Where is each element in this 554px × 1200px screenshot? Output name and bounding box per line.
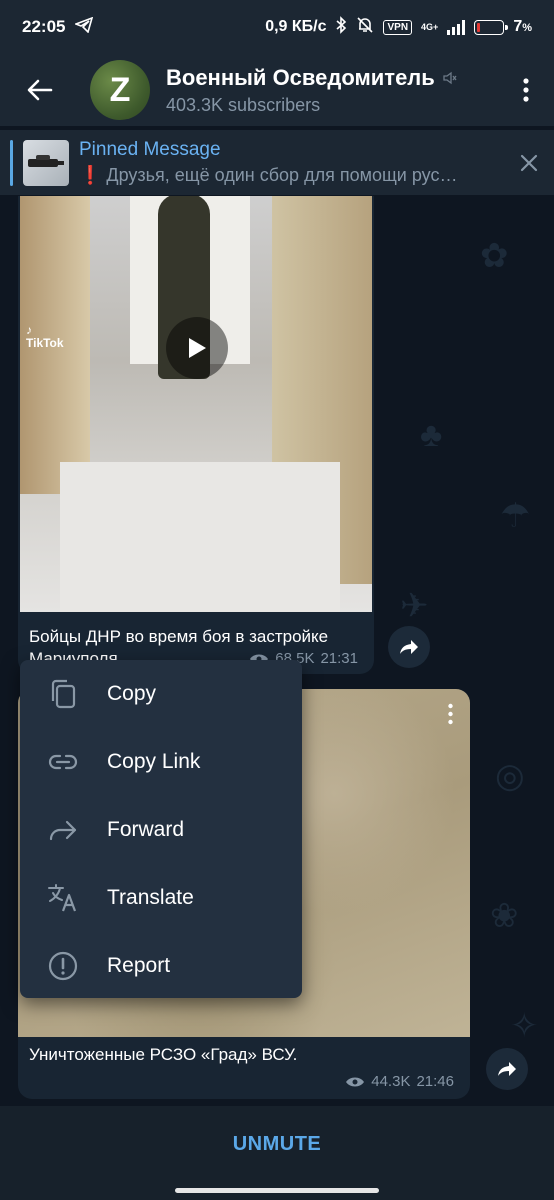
pinned-message-bar[interactable]: Pinned Message ❗ Друзья, ещё один сбор д… <box>0 129 554 195</box>
home-indicator[interactable] <box>175 1188 379 1193</box>
message-time: 21:46 <box>416 1073 454 1090</box>
more-vertical-icon <box>447 703 453 725</box>
translate-icon <box>46 881 80 915</box>
battery-icon <box>474 19 509 35</box>
channel-title-row: Военный Осведомитель <box>166 65 498 91</box>
channel-title: Военный Осведомитель <box>166 64 435 90</box>
more-options-button[interactable] <box>498 54 554 126</box>
share-button[interactable] <box>388 626 430 668</box>
pinned-title: Pinned Message <box>79 139 221 160</box>
tiktok-label: TikTok <box>26 336 64 351</box>
arrow-left-icon <box>27 79 53 101</box>
telegram-notification-icon <box>74 16 94 37</box>
channel-info[interactable]: Военный Осведомитель 403.3K subscribers <box>166 65 498 116</box>
clock: 22:05 <box>22 17 66 36</box>
subscriber-count: 403.3K subscribers <box>166 94 321 115</box>
media-options-button[interactable] <box>440 697 460 731</box>
play-icon <box>189 338 206 358</box>
mute-bell-icon <box>356 16 374 38</box>
message-time: 21:31 <box>320 650 358 667</box>
menu-item-label: Copy <box>107 682 157 705</box>
video-thumbnail[interactable]: ♪ TikTok <box>20 196 372 612</box>
menu-item-forward[interactable]: Forward <box>20 796 302 864</box>
more-vertical-icon <box>523 78 529 102</box>
network-speed: 0,9 КБ/с <box>265 18 327 35</box>
signal-icon <box>447 19 466 35</box>
menu-item-report[interactable]: Report <box>20 932 302 1000</box>
background-doodle: ◎ <box>495 757 525 795</box>
eye-icon <box>346 1077 365 1086</box>
pinned-indicator <box>10 139 13 186</box>
bluetooth-icon <box>335 16 347 38</box>
close-icon <box>520 154 538 171</box>
battery-level <box>477 22 481 32</box>
background-doodle: ❀ <box>490 897 519 935</box>
report-icon <box>46 949 80 983</box>
context-menu: Copy Copy Link Forward Translate Report <box>20 660 302 998</box>
share-button[interactable] <box>486 1048 528 1090</box>
rifle-scope-icon <box>28 154 64 167</box>
message-caption: Уничтоженные РСЗО «Град» ВСУ. <box>29 1045 298 1064</box>
thumbnail-floor <box>60 462 340 612</box>
back-button[interactable] <box>0 54 80 126</box>
message-bubble-video[interactable]: ♪ TikTok Бойцы ДНР во время боя в застро… <box>18 196 374 674</box>
battery-percent: 7% <box>513 18 532 36</box>
background-doodle: ✧ <box>510 1007 539 1045</box>
background-doodle: ☂ <box>500 497 531 535</box>
tiktok-logo-icon: ♪ <box>26 323 32 337</box>
status-icons: 0,9 КБ/с VPN 4G+ 7% <box>265 16 532 38</box>
background-doodle: ✈ <box>400 587 429 625</box>
share-arrow-icon <box>400 640 418 654</box>
menu-item-label: Translate <box>107 886 194 909</box>
background-doodle: ♣ <box>420 416 443 454</box>
message-meta: 44.3K 21:46 <box>345 1073 454 1090</box>
menu-item-label: Copy Link <box>107 750 201 773</box>
battery-percent-symbol: % <box>522 22 532 34</box>
vpn-badge: VPN <box>383 19 413 35</box>
background-doodle: ✿ <box>480 237 509 275</box>
avatar-letter: Z <box>109 70 131 109</box>
copy-icon <box>46 677 80 711</box>
share-arrow-icon <box>498 1062 516 1076</box>
menu-item-copy[interactable]: Copy <box>20 660 302 728</box>
menu-item-label: Report <box>107 954 171 977</box>
battery-percent-value: 7 <box>513 18 523 35</box>
link-icon <box>46 745 80 779</box>
pinned-thumbnail <box>23 139 69 186</box>
pinned-body: ❗ Друзья, ещё один сбор для помощи рус… <box>79 165 458 185</box>
menu-item-translate[interactable]: Translate <box>20 864 302 932</box>
menu-item-copy-link[interactable]: Copy Link <box>20 728 302 796</box>
play-button[interactable] <box>166 317 228 379</box>
chat-header: Z Военный Осведомитель 403.3K subscriber… <box>0 54 554 126</box>
view-count: 44.3K <box>371 1073 411 1090</box>
network-type: 4G+ <box>421 22 439 32</box>
bottom-bar: UNMUTE <box>0 1106 554 1200</box>
tiktok-watermark: ♪ TikTok <box>26 323 64 351</box>
pinned-text: Pinned Message ❗ Друзья, ещё один сбор д… <box>79 139 504 186</box>
close-pinned-button[interactable] <box>504 133 554 193</box>
menu-item-label: Forward <box>107 818 185 841</box>
status-bar: 22:05 0,9 КБ/с VPN 4G+ 7% <box>0 0 554 54</box>
channel-avatar[interactable]: Z <box>90 60 150 120</box>
muted-speaker-icon <box>443 71 457 84</box>
telegram-channel-screen: 22:05 0,9 КБ/с VPN 4G+ 7% Z Военный Осве… <box>0 0 554 1200</box>
forward-icon <box>46 813 80 847</box>
